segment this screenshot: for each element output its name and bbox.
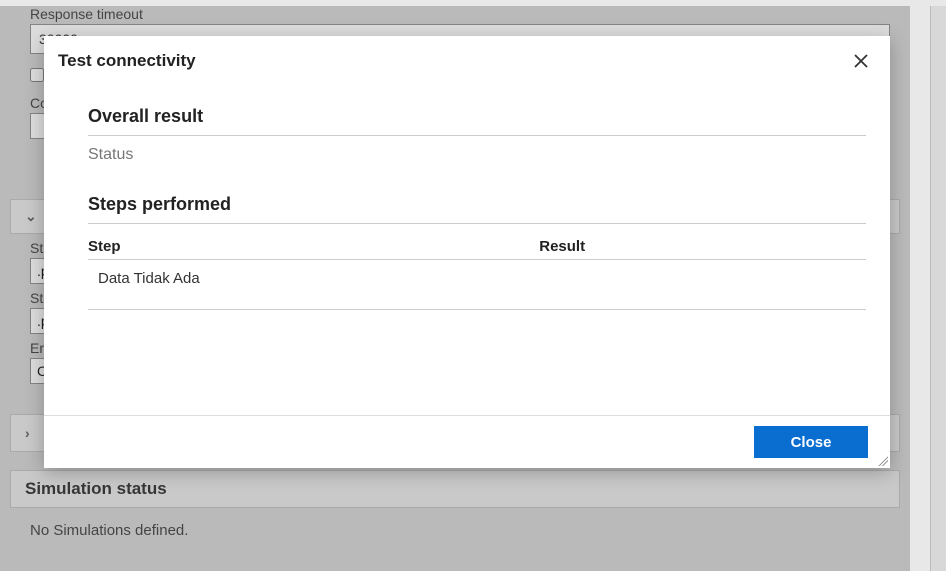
close-icon[interactable] (848, 48, 874, 74)
table-row: Data Tidak Ada (88, 260, 866, 297)
column-step: Step (88, 238, 539, 255)
close-button[interactable]: Close (754, 426, 868, 458)
overall-result-heading: Overall result (88, 106, 866, 127)
right-scrollbar-area (930, 6, 946, 571)
status-label: Status (88, 146, 866, 164)
steps-table: Step Result Data Tidak Ada (88, 234, 866, 310)
steps-performed-heading: Steps performed (88, 194, 866, 215)
resize-handle-icon[interactable] (876, 454, 888, 466)
dialog-title: Test connectivity (58, 51, 196, 71)
column-result: Result (539, 238, 866, 255)
test-connectivity-dialog: Test connectivity Overall result Status … (44, 36, 890, 468)
